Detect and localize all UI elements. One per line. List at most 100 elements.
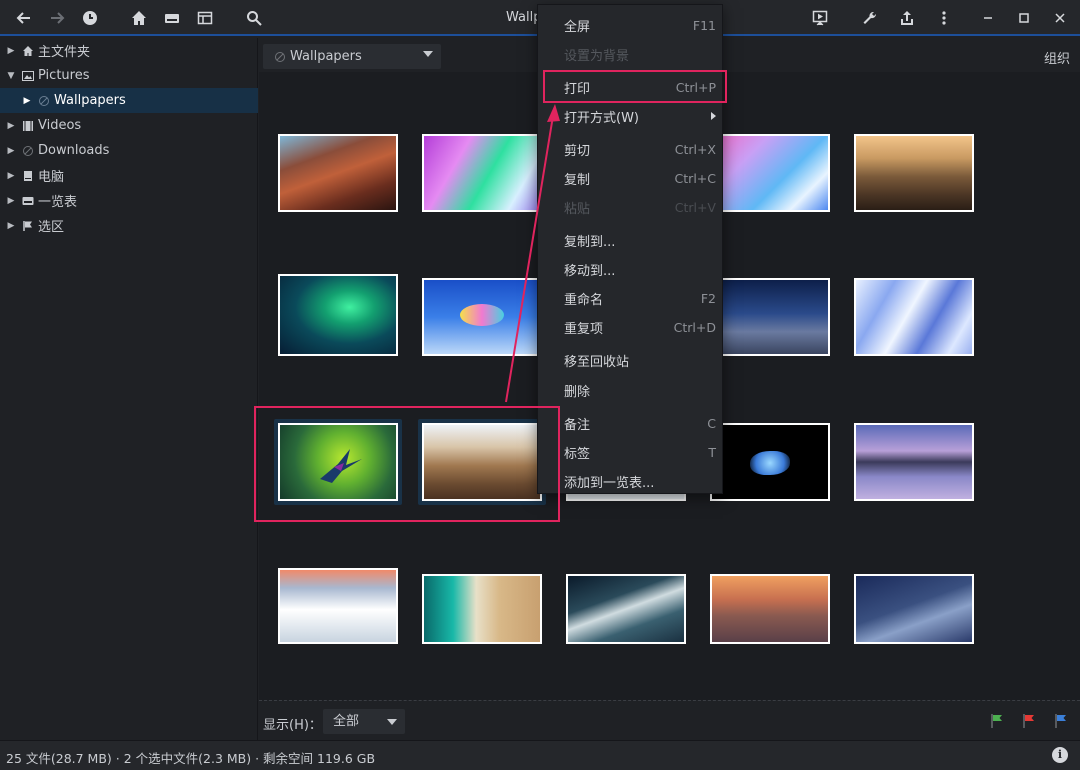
menu-item-move-to[interactable]: 移动到... <box>538 256 724 282</box>
menu-item-set-background: 设置为背景 <box>538 41 724 67</box>
drive-icon[interactable] <box>160 6 184 30</box>
location-combo[interactable]: Wallpapers <box>263 44 441 69</box>
thumbnail-image[interactable] <box>854 278 974 356</box>
menu-item-shortcut: Ctrl+D <box>673 319 716 335</box>
menu-item-label: 剪切 <box>564 143 591 159</box>
tree-item-label: Downloads <box>38 143 110 158</box>
tree-item-label: Videos <box>38 118 82 133</box>
menu-item-label: 移至回收站 <box>564 354 630 370</box>
filter-label: 显示(H)： <box>263 718 322 733</box>
thumbnail-image[interactable] <box>422 134 542 212</box>
menu-item-label: 重复项 <box>564 321 604 337</box>
menu-item-label: 添加到一览表... <box>564 475 655 491</box>
menu-item-copy-to[interactable]: 复制到... <box>538 227 724 253</box>
forward-icon[interactable] <box>45 6 69 30</box>
dropdown-arrow-icon <box>423 51 433 57</box>
thumbnail-image[interactable] <box>710 134 830 212</box>
menu-item-move-to-trash[interactable]: 移至回收站 <box>538 347 724 373</box>
tree-item-label: 主文件夹 <box>38 45 91 60</box>
minimize-icon[interactable] <box>976 6 1000 30</box>
tree-item-downloads[interactable]: ▶ Downloads <box>0 138 258 163</box>
tree-item-home[interactable]: ▶ 主文件夹 <box>0 38 258 63</box>
menu-item-label: 复制到... <box>564 234 616 250</box>
menu-item-shortcut: F11 <box>692 17 716 33</box>
tools-icon[interactable] <box>858 6 882 30</box>
maximize-icon[interactable] <box>1012 6 1036 30</box>
tree-item-label: 一览表 <box>38 195 78 210</box>
menu-item-fullscreen[interactable]: 全屏 F11 <box>538 12 724 38</box>
thumbnail-image[interactable] <box>854 423 974 501</box>
menu-item-label: 标签 <box>564 446 591 462</box>
tree-item-label: 选区 <box>38 220 65 235</box>
close-icon[interactable] <box>1048 6 1072 30</box>
history-icon[interactable] <box>78 6 102 30</box>
thumbnail-image[interactable] <box>710 423 830 501</box>
menu-item-shortcut: T <box>708 444 716 460</box>
annotation-highlight-selection <box>254 406 560 522</box>
menu-item-add-to-catalog[interactable]: 添加到一览表... <box>538 468 724 494</box>
thumbnail-image[interactable] <box>278 568 398 644</box>
expand-arrow-icon[interactable]: ▶ <box>6 196 16 206</box>
annotation-highlight-print <box>543 70 727 103</box>
search-icon[interactable] <box>242 6 266 30</box>
expand-arrow-icon[interactable]: ▶ <box>22 96 32 106</box>
thumbnail-image[interactable] <box>422 278 542 356</box>
thumbnail-image[interactable] <box>854 574 974 644</box>
menu-item-open-with[interactable]: 打开方式(W) <box>538 103 724 129</box>
menu-item-label: 移动到... <box>564 263 616 279</box>
fish-shape <box>750 451 790 475</box>
thumbnail-image[interactable] <box>566 574 686 644</box>
home-icon[interactable] <box>127 6 151 30</box>
video-icon <box>21 119 35 133</box>
home-icon <box>21 44 35 58</box>
blue-flag-icon[interactable] <box>1053 713 1069 729</box>
slideshow-icon[interactable] <box>808 6 832 30</box>
thumbnail-image[interactable] <box>710 574 830 644</box>
green-flag-icon[interactable] <box>989 713 1005 729</box>
tree-item-pictures[interactable]: ▼ Pictures <box>0 63 258 88</box>
menu-item-cut[interactable]: 剪切 Ctrl+X <box>538 136 724 162</box>
menu-item-copy[interactable]: 复制 Ctrl+C <box>538 165 724 191</box>
thumbnail-image[interactable] <box>278 134 398 212</box>
computer-icon <box>21 169 35 183</box>
flag-icon <box>21 219 35 233</box>
tree-item-catalogs[interactable]: ▶ 一览表 <box>0 188 258 213</box>
expand-arrow-icon[interactable]: ▶ <box>6 221 16 231</box>
folder-icon <box>21 144 35 158</box>
filter-value: 全部 <box>333 714 360 729</box>
menu-item-label: 全屏 <box>564 19 591 35</box>
menu-item-rename[interactable]: 重命名 F2 <box>538 285 724 311</box>
filter-combo[interactable]: 全部 <box>323 709 405 734</box>
catalog-icon <box>21 194 35 208</box>
collapse-arrow-icon[interactable]: ▼ <box>6 71 16 81</box>
fish-shape <box>460 304 504 326</box>
back-icon[interactable] <box>12 6 36 30</box>
tree-item-wallpapers[interactable]: ▶ Wallpapers <box>0 88 258 113</box>
expand-arrow-icon[interactable]: ▶ <box>6 121 16 131</box>
menu-icon[interactable] <box>932 6 956 30</box>
menu-item-shortcut: Ctrl+X <box>674 141 716 157</box>
tree-item-computer[interactable]: ▶ 电脑 <box>0 163 258 188</box>
menu-item-duplicate[interactable]: 重复项 Ctrl+D <box>538 314 724 340</box>
browser-icon[interactable] <box>193 6 217 30</box>
folder-tree: ▶ 主文件夹 ▼ Pictures ▶ Wallpapers ▶ Videos … <box>0 38 258 740</box>
thumbnail-image[interactable] <box>278 274 398 356</box>
thumbnail-image[interactable] <box>422 574 542 644</box>
expand-arrow-icon[interactable]: ▶ <box>6 46 16 56</box>
expand-arrow-icon[interactable]: ▶ <box>6 146 16 156</box>
info-icon[interactable]: i <box>1052 747 1068 763</box>
menu-item-shortcut: Ctrl+V <box>674 199 716 215</box>
menu-item-comment[interactable]: 备注 C <box>538 410 724 436</box>
tree-item-videos[interactable]: ▶ Videos <box>0 113 258 138</box>
red-flag-icon[interactable] <box>1021 713 1037 729</box>
submenu-arrow-icon <box>711 112 716 120</box>
thumbnail-image[interactable] <box>854 134 974 212</box>
tree-item-label: Wallpapers <box>54 93 126 108</box>
menu-item-tags[interactable]: 标签 T <box>538 439 724 465</box>
tree-item-selection[interactable]: ▶ 选区 <box>0 213 258 238</box>
expand-arrow-icon[interactable]: ▶ <box>6 171 16 181</box>
organize-button[interactable]: 组织 <box>1044 48 1070 67</box>
thumbnail-image[interactable] <box>710 278 830 356</box>
share-icon[interactable] <box>895 6 919 30</box>
menu-item-delete[interactable]: 删除 <box>538 377 724 403</box>
